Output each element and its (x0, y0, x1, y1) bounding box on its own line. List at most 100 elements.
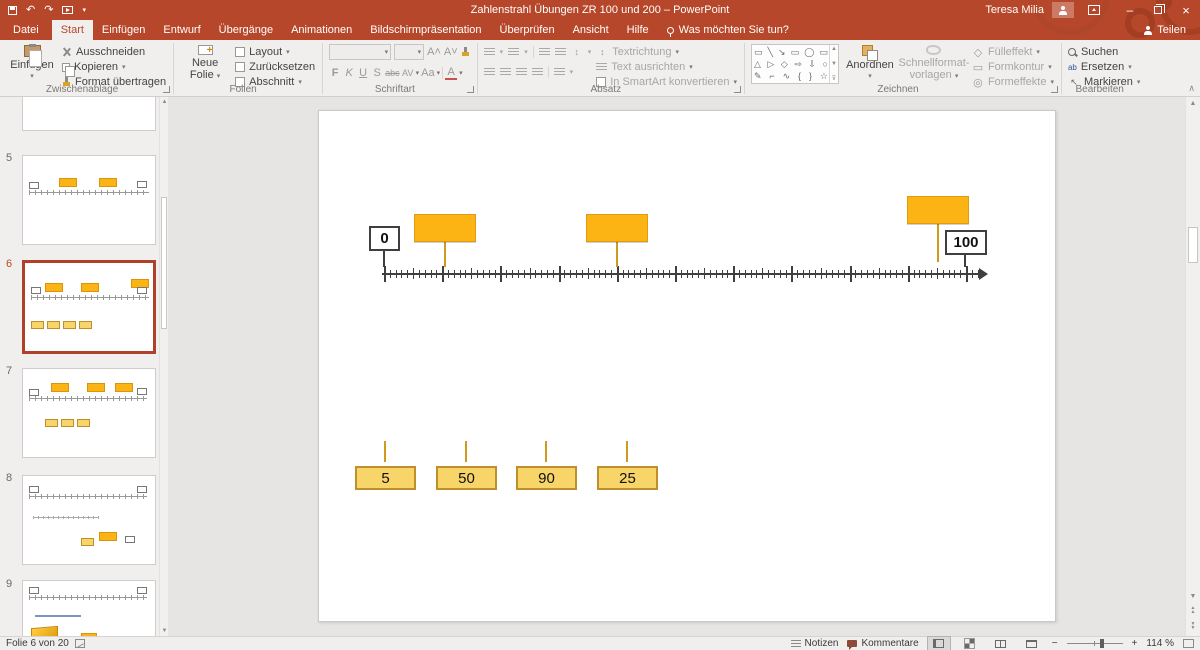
slide-editing-area[interactable]: 0 100 5 50 90 25 (318, 110, 1056, 622)
align-left-icon[interactable] (484, 68, 495, 77)
thumbnail-scroll-thumb[interactable] (161, 197, 167, 329)
thumbnail-slide-7[interactable] (22, 368, 156, 458)
new-slide-button[interactable]: Neue Folie ▾ (180, 44, 230, 83)
fit-slide-to-window-icon[interactable] (1183, 639, 1194, 648)
shape-arrow-down-icon[interactable]: ⇩ (808, 59, 816, 69)
text-direction-button[interactable]: ↕Textrichtung▾ (596, 46, 737, 58)
change-case-button[interactable]: Aa (421, 67, 434, 79)
font-size-combobox[interactable]: ▾ (394, 44, 424, 60)
tab-ansicht[interactable]: Ansicht (564, 20, 618, 40)
notes-button[interactable]: Notizen (791, 638, 839, 649)
layout-button[interactable]: Layout▾ (235, 46, 315, 58)
avatar[interactable] (1052, 2, 1074, 18)
character-spacing-button[interactable]: AV (402, 68, 414, 78)
restore-button[interactable] (1144, 0, 1172, 20)
scroll-down-icon[interactable]: ▼ (1186, 593, 1200, 600)
slideshow-view-button[interactable] (1021, 637, 1043, 650)
decrease-indent-icon[interactable] (539, 48, 550, 57)
align-right-icon[interactable] (516, 68, 527, 77)
tab-uebergaenge[interactable]: Übergänge (210, 20, 282, 40)
align-center-icon[interactable] (500, 68, 511, 77)
font-name-combobox[interactable]: ▾ (329, 44, 391, 60)
shapes-gallery[interactable]: ▭╲↘▭◯▭ △▷◇⇨⇩○ ✎⌐∿{}☆ ▲▼⊽ (751, 44, 839, 84)
comments-button[interactable]: Kommentare (847, 638, 918, 649)
answer-box-5[interactable]: 5 (355, 466, 416, 490)
underline-button[interactable]: U (357, 67, 369, 79)
normal-view-button[interactable] (928, 637, 950, 650)
start-presentation-icon[interactable] (62, 6, 73, 14)
font-color-button[interactable]: A (445, 66, 457, 80)
shape-arrow-right-icon[interactable]: ⇨ (794, 59, 802, 69)
thumbnail-slide-4[interactable] (22, 97, 156, 131)
align-text-button[interactable]: Text ausrichten▾ (596, 61, 737, 73)
shape-rtriangle-icon[interactable]: ▷ (767, 59, 774, 69)
shape-elbow-icon[interactable]: ⌐ (769, 71, 774, 81)
scroll-up-icon[interactable]: ▲ (1186, 100, 1200, 107)
tab-bildschirmpraesentation[interactable]: Bildschirmpräsentation (361, 20, 490, 40)
shape-curve-icon[interactable]: ∿ (783, 71, 791, 81)
answer-box-50[interactable]: 50 (436, 466, 497, 490)
zero-label-box[interactable]: 0 (369, 226, 400, 251)
slide-sorter-view-button[interactable] (959, 637, 981, 650)
scroll-up-icon[interactable]: ▲ (160, 99, 168, 105)
answer-box-90[interactable]: 90 (516, 466, 577, 490)
hundred-label-box[interactable]: 100 (945, 230, 987, 255)
numberline[interactable] (382, 273, 981, 275)
ribbon-display-options-icon[interactable] (1088, 5, 1100, 15)
shapes-gallery-scrollbar[interactable]: ▲▼⊽ (829, 45, 838, 83)
thumbnail-slide-9[interactable] (22, 580, 156, 636)
collapse-ribbon-icon[interactable]: ∧ (1188, 83, 1195, 94)
justify-icon[interactable] (532, 68, 543, 77)
zoom-slider[interactable] (1067, 643, 1123, 644)
customize-qat-icon[interactable]: ▾ (82, 7, 86, 14)
tab-animationen[interactable]: Animationen (282, 20, 361, 40)
shape-textbox-icon[interactable]: ▭ (754, 47, 763, 57)
thumbnail-slide-5[interactable] (22, 155, 156, 245)
shape-oval-icon[interactable]: ◯ (804, 47, 814, 57)
bold-button[interactable]: F (329, 67, 341, 79)
find-button[interactable]: Suchen (1068, 46, 1140, 58)
thumbnail-slide-6[interactable] (22, 260, 156, 354)
minimize-button[interactable]: – (1116, 0, 1144, 20)
orange-answer-slot-2[interactable] (586, 214, 648, 242)
slide-canvas[interactable]: 0 100 5 50 90 25 (168, 97, 1200, 636)
close-button[interactable]: × (1172, 0, 1200, 20)
italic-button[interactable]: K (343, 67, 355, 79)
redo-icon[interactable]: ↷ (44, 5, 53, 16)
arrange-button[interactable]: Anordnen ▾ (844, 44, 896, 83)
shrink-font-button[interactable]: A˅ (444, 46, 458, 58)
reading-view-button[interactable] (990, 637, 1012, 650)
grow-font-button[interactable]: A˄ (427, 46, 441, 58)
main-scrollbar[interactable]: ▲ ▼ ▲▲ ▼▼ (1185, 97, 1200, 636)
shape-fill-button[interactable]: ◇Fülleffekt▾ (972, 46, 1054, 58)
zoom-slider-thumb[interactable] (1100, 639, 1104, 648)
copy-button[interactable]: Kopieren▾ (62, 61, 166, 73)
tab-ueberpruefen[interactable]: Überprüfen (491, 20, 564, 40)
quick-styles-button[interactable]: Schnellformat- vorlagen ▾ (901, 44, 967, 83)
clear-formatting-icon[interactable] (461, 47, 470, 57)
shape-arrow-icon[interactable]: ↘ (778, 47, 786, 57)
font-dialog-launcher[interactable] (467, 86, 474, 93)
drawing-dialog-launcher[interactable] (1051, 86, 1058, 93)
tab-einfuegen[interactable]: Einfügen (93, 20, 154, 40)
main-scroll-thumb[interactable] (1188, 227, 1198, 263)
strikethrough-button[interactable]: abc (385, 68, 400, 78)
next-slide-button[interactable]: ▼▼ (1186, 622, 1200, 630)
shape-line-icon[interactable]: ╲ (768, 47, 773, 57)
columns-icon[interactable] (554, 68, 565, 77)
cut-button[interactable]: Ausschneiden (62, 46, 166, 58)
shape-outline-button[interactable]: ▭Formkontur▾ (972, 61, 1054, 73)
bullets-icon[interactable] (484, 48, 495, 57)
shape-star-icon[interactable]: ☆ (820, 71, 828, 81)
tab-entwurf[interactable]: Entwurf (154, 20, 209, 40)
zoom-out-button[interactable]: − (1052, 638, 1058, 649)
zoom-level[interactable]: 114 % (1146, 638, 1174, 649)
orange-answer-slot-1[interactable] (414, 214, 476, 242)
paragraph-dialog-launcher[interactable] (734, 86, 741, 93)
scroll-down-icon[interactable]: ▼ (160, 628, 168, 634)
shape-circle-icon[interactable]: ○ (822, 59, 827, 69)
line-spacing-icon[interactable]: ↕ (571, 47, 583, 57)
reset-button[interactable]: Zurücksetzen (235, 61, 315, 73)
thumbnail-slide-8[interactable] (22, 475, 156, 565)
answer-box-25[interactable]: 25 (597, 466, 658, 490)
